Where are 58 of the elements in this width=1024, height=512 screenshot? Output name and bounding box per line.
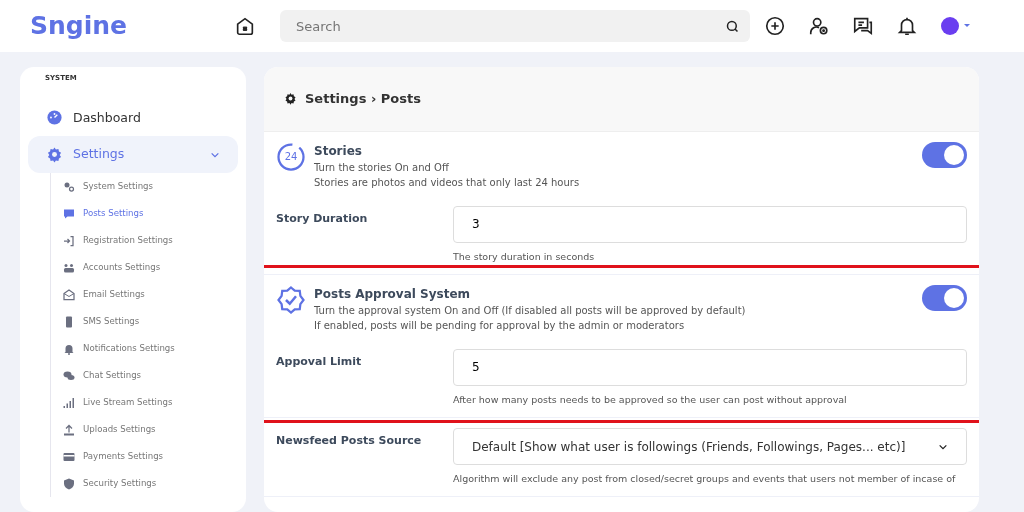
add-icon[interactable] bbox=[764, 15, 786, 37]
check-badge-icon bbox=[276, 284, 306, 315]
toggle-switch[interactable] bbox=[922, 141, 967, 168]
setting-description: If enabled, posts will be pending for approval by the admin or moderators bbox=[314, 318, 686, 333]
setting-title: Stories bbox=[314, 142, 363, 160]
submenu-item[interactable]: Registration Settings bbox=[63, 227, 238, 254]
submenu-item[interactable]: System Settings bbox=[63, 173, 238, 200]
users-icon bbox=[63, 261, 75, 274]
sign-in-icon bbox=[63, 234, 75, 247]
gear-icon bbox=[46, 146, 63, 164]
setting-description: Turn the stories On and Off bbox=[314, 160, 450, 175]
credit-card-icon bbox=[63, 450, 75, 463]
submenu-item[interactable]: Security Settings bbox=[63, 470, 238, 497]
logo[interactable]: Sngine bbox=[30, 7, 210, 45]
phone-icon bbox=[63, 315, 75, 328]
add-user-icon[interactable] bbox=[808, 15, 830, 37]
input-field[interactable]: 5 bbox=[453, 348, 967, 386]
submenu-item[interactable]: Accounts Settings bbox=[63, 254, 238, 281]
search-icon[interactable] bbox=[725, 19, 740, 34]
submenu-item[interactable]: Chat Settings bbox=[63, 362, 238, 389]
dashboard-icon bbox=[46, 109, 63, 127]
gears-icon bbox=[63, 180, 75, 193]
submenu-item[interactable]: Live Stream Settings bbox=[63, 389, 238, 416]
toggle-switch[interactable] bbox=[922, 284, 967, 311]
submenu-item[interactable]: Email Settings bbox=[63, 281, 238, 308]
select-field[interactable]: Default [Show what user is followings (Friends, Followings, Pages... etc)] bbox=[453, 428, 967, 465]
upload-icon bbox=[63, 423, 75, 436]
submenu-item[interactable]: Uploads Settings bbox=[63, 416, 238, 443]
help-text: After how many posts needs to be approved so the user can post without approval bbox=[453, 392, 848, 407]
bell-icon[interactable] bbox=[896, 15, 918, 37]
clock-24-icon: 24 bbox=[276, 141, 306, 172]
sidebar-item[interactable]: Settings bbox=[28, 136, 238, 173]
chat-icon[interactable] bbox=[852, 15, 874, 37]
setting-description: Stories are photos and videos that only last 24 hours bbox=[314, 175, 581, 190]
avatar[interactable] bbox=[940, 16, 970, 36]
comment-icon bbox=[63, 207, 75, 220]
submenu-item[interactable]: SMS Settings bbox=[63, 308, 238, 335]
setting-description: Turn the approval system On and Off (If disabled all posts will be approved by default) bbox=[314, 303, 747, 318]
help-text: Algorithm will exclude any post from closed/secret groups and events that users not member of incase of bbox=[453, 472, 957, 486]
input-field[interactable]: 3 bbox=[453, 205, 967, 243]
submenu-item[interactable]: Posts Settings bbox=[63, 200, 238, 227]
help-text: The story duration in seconds bbox=[453, 249, 596, 264]
envelope-icon bbox=[63, 288, 75, 301]
panel-title: Settings › Posts bbox=[305, 90, 421, 108]
sidebar-item[interactable]: Dashboard bbox=[28, 99, 238, 137]
field-label: Story Duration bbox=[276, 210, 369, 227]
gear-icon bbox=[284, 92, 297, 106]
shield-icon bbox=[63, 477, 75, 490]
signal-bars-icon bbox=[63, 396, 75, 409]
home-icon[interactable] bbox=[234, 15, 256, 37]
setting-title: Posts Approval System bbox=[314, 285, 472, 303]
submenu-item[interactable]: Payments Settings bbox=[63, 443, 238, 470]
chat-icon bbox=[63, 369, 75, 382]
search-field[interactable]: Search bbox=[280, 10, 750, 42]
bell-icon bbox=[63, 342, 75, 355]
field-label: Appoval Limit bbox=[276, 353, 363, 370]
submenu-item[interactable]: Notifications Settings bbox=[63, 335, 238, 362]
field-label: Newsfeed Posts Source bbox=[276, 433, 423, 449]
